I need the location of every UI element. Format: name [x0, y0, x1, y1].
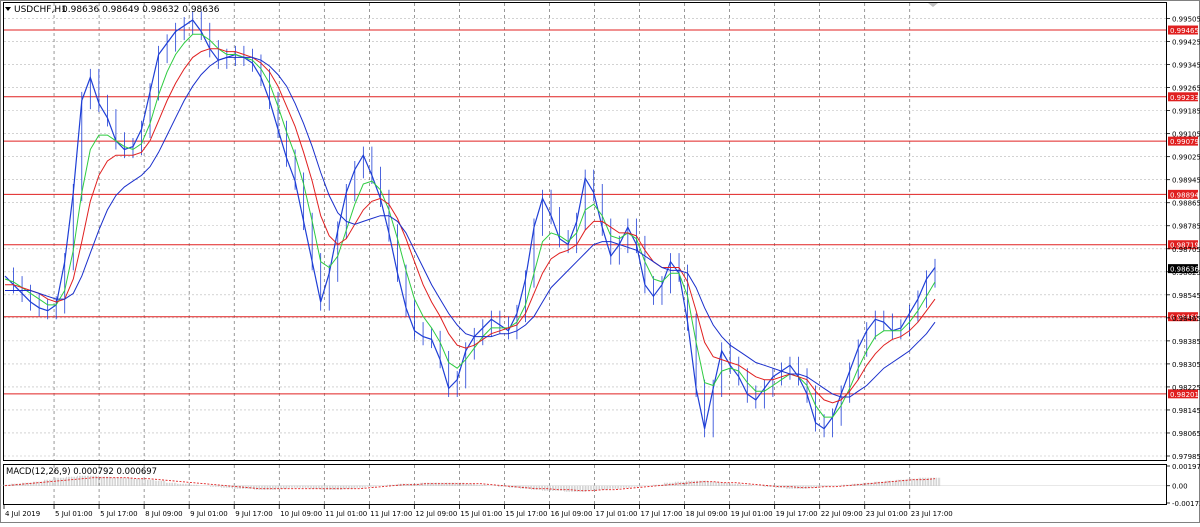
y-tick-label: 0.99345 [1172, 62, 1200, 70]
macd-panel[interactable] [3, 464, 1167, 505]
x-tick-label: 19 Jul 17:00 [776, 510, 818, 518]
x-tick-label: 10 Jul 09:00 [280, 510, 322, 518]
macd-label: MACD(12,26,9) 0.000792 0.000697 [6, 467, 157, 477]
x-tick-label: 9 Jul 17:00 [235, 510, 273, 518]
level-tag-label: 0.98894 [1170, 191, 1199, 199]
x-tick-label: 18 Jul 09:00 [686, 510, 728, 518]
macd-y-tick-label: 0.001975 [1172, 463, 1200, 471]
y-tick-label: 0.98705 [1172, 246, 1200, 254]
ohlc-label: 0.98636 0.98649 0.98632 0.98636 [62, 5, 220, 15]
y-tick-label: 0.98145 [1172, 407, 1200, 415]
y-tick-label: 0.99025 [1172, 154, 1200, 162]
y-tick-label: 0.98545 [1172, 292, 1200, 300]
x-tick-label: 19 Jul 01:00 [731, 510, 773, 518]
y-tick-label: 0.99105 [1172, 131, 1200, 139]
x-tick-label: 5 Jul 01:00 [55, 510, 93, 518]
x-tick-label: 22 Jul 09:00 [821, 510, 863, 518]
level-tag-label: 0.99079 [1170, 138, 1199, 146]
x-tick-label: 16 Jul 09:00 [550, 510, 592, 518]
x-tick-label: 9 Jul 01:00 [190, 510, 228, 518]
symbol-label: USDCHF,H1 [14, 5, 67, 15]
y-tick-label: 0.99265 [1172, 85, 1200, 93]
x-tick-label: 15 Jul 17:00 [505, 510, 547, 518]
x-tick-label: 12 Jul 09:00 [415, 510, 457, 518]
x-tick-label: 11 Jul 17:00 [370, 510, 412, 518]
x-tick-label: 15 Jul 01:00 [460, 510, 502, 518]
y-tick-label: 0.99185 [1172, 108, 1200, 116]
trading-chart-window: 0.99465 0.99233 0.99079 0.98894 0.98719 0.984… [0, 0, 1200, 523]
level-tag-label: 0.98201 [1170, 391, 1199, 399]
x-tick-label: 11 Jul 01:00 [325, 510, 367, 518]
chart-canvas[interactable]: 0.994650.992330.990790.988940.987190.984… [0, 0, 1200, 523]
x-tick-label: 4 Jul 2019 [5, 510, 40, 518]
y-tick-label: 0.98385 [1172, 338, 1200, 346]
current-price-label: 0.98636 [1170, 266, 1199, 274]
y-tick-label: 0.98225 [1172, 384, 1200, 392]
y-tick-label: 0.99425 [1172, 39, 1200, 47]
level-tag-label: 0.99465 [1170, 27, 1199, 35]
symbol-header: USDCHF,H1 0.98636 0.98649 0.98632 0.9863… [5, 5, 220, 15]
y-tick-label: 0.99505 [1172, 16, 1200, 24]
y-tick-label: 0.98465 [1172, 315, 1200, 323]
macd-y-tick-label: -0.001731 [1172, 500, 1200, 508]
x-tick-label: 17 Jul 17:00 [641, 510, 683, 518]
y-tick-label: 0.98945 [1172, 177, 1200, 185]
y-tick-label: 0.97985 [1172, 453, 1200, 461]
level-tag-label: 0.99233 [1170, 94, 1199, 102]
y-tick-label: 0.98785 [1172, 223, 1200, 231]
y-tick-label: 0.98865 [1172, 200, 1200, 208]
y-tick-label: 0.98305 [1172, 361, 1200, 369]
x-tick-label: 17 Jul 01:00 [596, 510, 638, 518]
macd-y-tick-label: 0.00 [1172, 483, 1188, 491]
y-tick-label: 0.98065 [1172, 430, 1200, 438]
x-tick-label: 5 Jul 17:00 [100, 510, 138, 518]
x-tick-label: 23 Jul 01:00 [866, 510, 908, 518]
price-panel[interactable] [3, 2, 1167, 461]
x-tick-label: 8 Jul 09:00 [145, 510, 183, 518]
x-tick-label: 23 Jul 17:00 [911, 510, 953, 518]
